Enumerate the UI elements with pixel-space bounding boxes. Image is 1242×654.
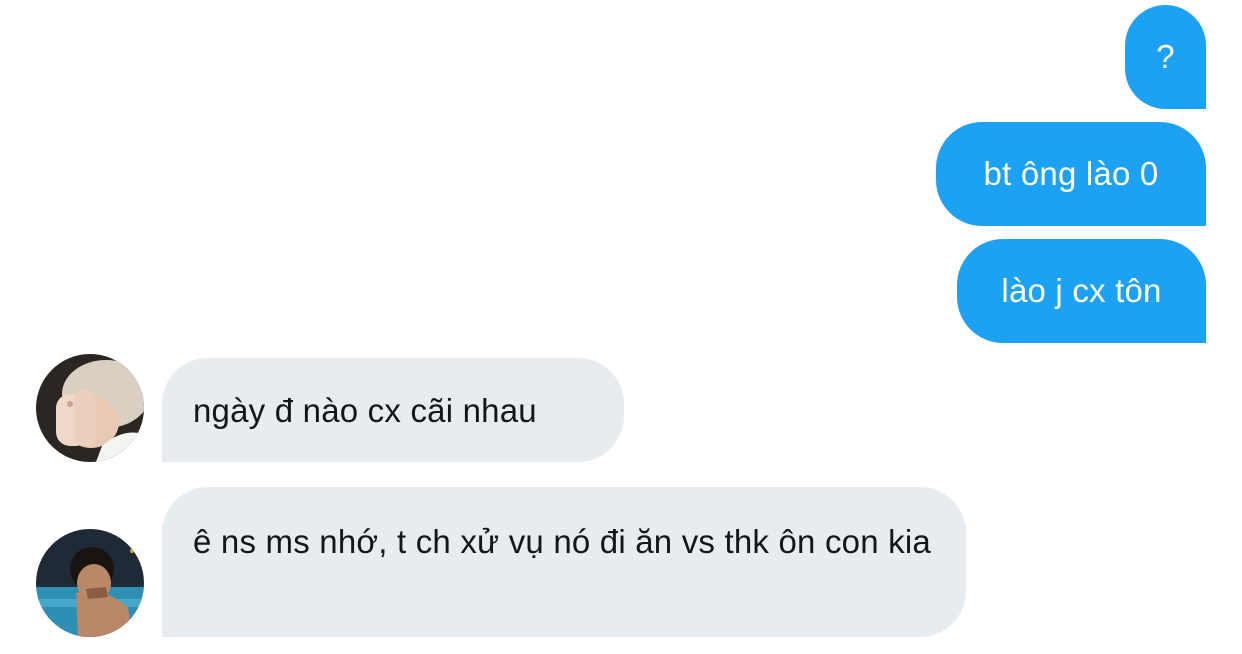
user-avatar-icon[interactable] — [36, 529, 144, 637]
sent-message-bubble[interactable]: lào j cx tôn — [957, 239, 1206, 343]
received-message-bubble[interactable]: ngày đ nào cx cãi nhau — [162, 358, 624, 462]
user-avatar-icon[interactable] — [36, 354, 144, 462]
message-text: bt ông lào 0 — [983, 155, 1159, 192]
sent-message-bubble[interactable]: bt ông lào 0 — [936, 122, 1206, 226]
message-text: ngày đ nào cx cãi nhau — [193, 392, 537, 429]
sent-message-bubble[interactable]: ? — [1125, 5, 1206, 109]
message-text: ? — [1156, 38, 1175, 75]
message-text: lào j cx tôn — [1001, 272, 1162, 309]
received-message-bubble[interactable]: ê ns ms nhớ, t ch xử vụ nó đi ăn vs thk … — [162, 487, 966, 637]
message-text: ê ns ms nhớ, t ch xử vụ nó đi ăn vs thk … — [193, 523, 931, 560]
